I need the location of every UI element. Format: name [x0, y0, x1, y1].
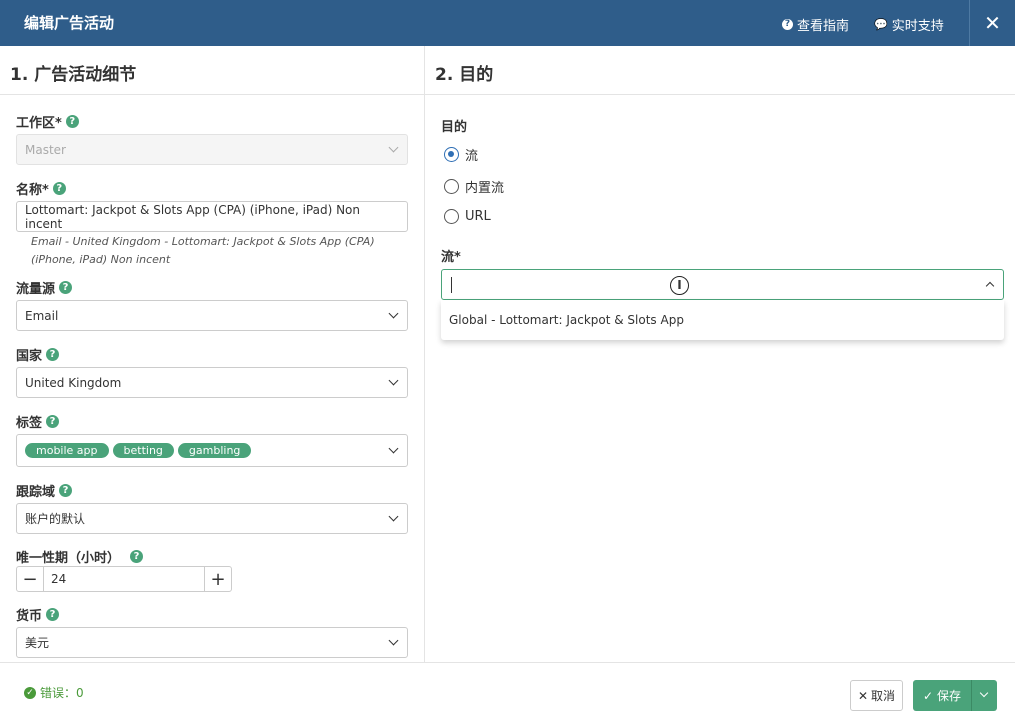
radio-unselected-icon [444, 209, 459, 224]
close-button[interactable]: ✕ [969, 0, 1015, 46]
tags-select[interactable]: mobile app betting gambling [16, 434, 408, 467]
live-support-link[interactable]: 💬 实时支持 [874, 15, 944, 34]
cancel-button[interactable]: ✕ 取消 [850, 680, 903, 711]
chevron-down-icon [388, 308, 399, 319]
help-icon[interactable]: ? [46, 608, 60, 621]
panel-divider [424, 46, 425, 662]
chevron-down-icon [388, 375, 399, 386]
error-count: ✓ 错误：0 [24, 684, 84, 701]
close-icon: ✕ [984, 11, 1001, 35]
close-icon: ✕ [857, 688, 869, 703]
check-icon: ✓ [922, 688, 934, 703]
chevron-down-icon [388, 443, 399, 454]
help-icon[interactable]: ? [46, 415, 60, 428]
view-guide-label: 查看指南 [797, 19, 850, 34]
decrement-button[interactable]: − [17, 567, 43, 591]
currency-label: 货币? [16, 605, 60, 624]
country-select[interactable]: United Kingdom [16, 367, 408, 398]
flow-select-input[interactable] [441, 269, 1004, 300]
name-label: 名称*? [16, 179, 66, 198]
text-caret [451, 277, 452, 293]
modal-header: 编辑广告活动 ? 查看指南 💬 实时支持 ✕ [0, 0, 1015, 46]
help-icon[interactable]: ? [65, 115, 79, 128]
chevron-up-icon [985, 281, 995, 291]
tag-mobile-app[interactable]: mobile app [25, 443, 109, 458]
check-circle-icon: ✓ [24, 686, 36, 699]
question-circle-icon: ? [782, 19, 793, 30]
currency-select[interactable]: 美元 [16, 627, 408, 658]
tag-betting[interactable]: betting [112, 443, 174, 458]
radio-url[interactable]: URL [444, 209, 491, 224]
traffic-source-label: 流量源? [16, 278, 73, 297]
help-icon[interactable]: ? [46, 348, 60, 361]
destination-title: 2. 目的 [435, 65, 494, 85]
chevron-down-icon [388, 142, 399, 153]
tag-gambling[interactable]: gambling [177, 443, 252, 458]
panel-title-divider [0, 94, 1015, 95]
view-guide-link[interactable]: ? 查看指南 [782, 15, 849, 34]
save-button[interactable]: ✓ 保存 [913, 680, 971, 711]
uniqueness-input[interactable]: 24 [43, 567, 205, 591]
save-options-dropdown[interactable] [971, 680, 997, 711]
uniqueness-label: 唯一性期（小时）? [16, 547, 144, 566]
increment-button[interactable]: + [205, 567, 231, 591]
tags-label: 标签? [16, 412, 60, 431]
name-preview-hint: Email - United Kingdom - Lottomart: Jack… [31, 235, 375, 266]
modal-footer: ✓ 错误：0 ✕ 取消 ✓ 保存 [0, 662, 1015, 712]
flow-dropdown-option[interactable]: Global - Lottomart: Jackpot & Slots App [441, 300, 1004, 340]
chevron-down-icon [388, 635, 399, 646]
traffic-source-select[interactable]: Email [16, 300, 408, 331]
workspace-label: 工作区*? [16, 112, 79, 131]
help-icon[interactable]: ? [59, 281, 73, 294]
tracking-domain-label: 跟踪域? [16, 481, 73, 500]
workspace-select: Master [16, 134, 408, 165]
name-input[interactable]: Lottomart: Jackpot & Slots App (CPA) (iP… [16, 201, 408, 232]
modal-title: 编辑广告活动 [24, 14, 115, 32]
help-icon[interactable]: ? [52, 182, 66, 195]
save-button-group: ✓ 保存 [913, 680, 997, 711]
uniqueness-stepper: − 24 + [16, 566, 232, 592]
radio-selected-icon [444, 147, 459, 162]
country-label: 国家? [16, 345, 60, 364]
text-cursor-icon: I [670, 276, 689, 295]
flow-label: 流* [441, 250, 461, 265]
live-support-label: 实时支持 [891, 19, 944, 34]
chevron-down-icon [388, 511, 399, 522]
help-icon[interactable]: ? [59, 484, 73, 497]
radio-unselected-icon [444, 179, 459, 194]
help-icon[interactable]: ? [130, 550, 144, 563]
tracking-domain-select[interactable]: 账户的默认 [16, 503, 408, 534]
chat-bubbles-icon: 💬 [874, 18, 888, 31]
destination-label: 目的 [441, 120, 468, 135]
radio-builtin-flow[interactable]: 内置流 [444, 177, 504, 196]
campaign-details-title: 1. 广告活动细节 [10, 65, 137, 85]
radio-flow[interactable]: 流 [444, 145, 478, 164]
